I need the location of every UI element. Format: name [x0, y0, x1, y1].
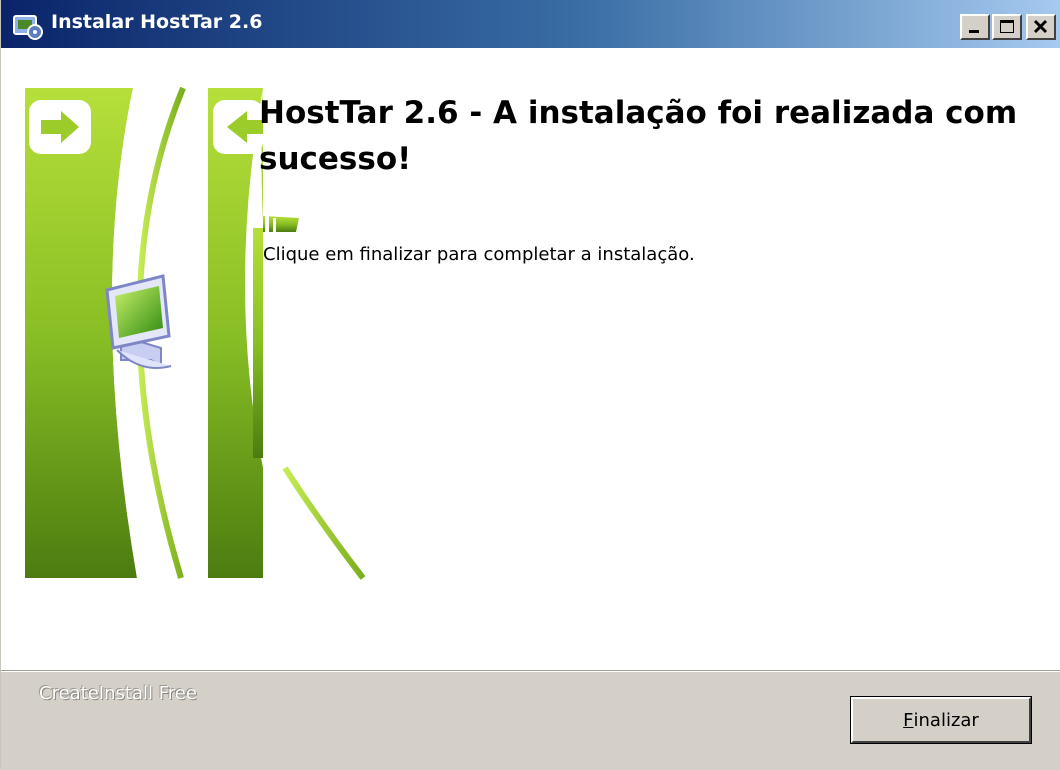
maximize-button[interactable]: [992, 14, 1022, 40]
close-button[interactable]: [1026, 14, 1056, 40]
title-bar[interactable]: Instalar HostTar 2.6: [1, 0, 1060, 48]
close-icon: [1033, 19, 1048, 34]
maximize-icon: [1000, 20, 1014, 33]
window-title: Instalar HostTar 2.6: [51, 11, 263, 33]
minimize-button[interactable]: [960, 14, 990, 40]
installer-window: Instalar HostTar 2.6 HostTar 2.6 - A ins…: [0, 0, 1060, 770]
finish-button-mnemonic: F: [903, 709, 914, 731]
arrow-left-icon: [213, 100, 263, 154]
finish-button-label: inalizar: [913, 709, 979, 731]
minimize-icon: [969, 30, 979, 33]
createinstall-brand-label: CreateInstall Free: [39, 683, 197, 704]
arrow-right-icon: [29, 100, 91, 154]
installer-app-icon: [13, 15, 43, 40]
completion-instruction: Clique em finalizar para completar a ins…: [263, 244, 695, 265]
finish-button[interactable]: Finalizar: [850, 696, 1032, 744]
footer-bar: CreateInstall Free Finalizar: [1, 670, 1060, 770]
completion-heading: HostTar 2.6 - A instalação foi realizada…: [259, 95, 1018, 177]
